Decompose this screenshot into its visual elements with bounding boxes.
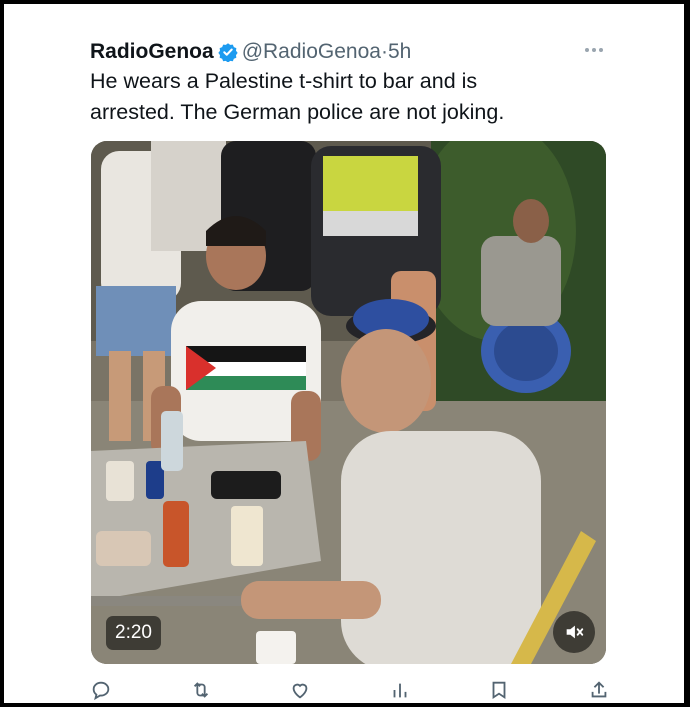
tweet-card[interactable]: RadioGenoa @RadioGenoa · 5h He wears a P… bbox=[4, 4, 684, 703]
timestamp[interactable]: 5h bbox=[388, 40, 411, 64]
user-handle[interactable]: @RadioGenoa bbox=[242, 40, 381, 64]
video-frame bbox=[91, 141, 606, 664]
retweet-button[interactable] bbox=[190, 679, 212, 701]
views-button[interactable] bbox=[389, 679, 411, 701]
separator-dot: · bbox=[380, 40, 388, 63]
like-icon bbox=[292, 683, 308, 699]
tweet-text: He wears a Palestine t-shirt to bar and … bbox=[90, 69, 505, 124]
tweet-header: RadioGenoa @RadioGenoa · 5h bbox=[90, 38, 411, 66]
bookmark-button[interactable] bbox=[488, 679, 510, 701]
bookmark-icon bbox=[492, 681, 506, 700]
speaker-icon bbox=[566, 625, 584, 639]
more-dot bbox=[592, 48, 596, 52]
reply-button[interactable] bbox=[90, 679, 112, 701]
share-icon bbox=[591, 681, 607, 698]
tweet-actions bbox=[90, 679, 610, 703]
verified-badge-icon bbox=[218, 43, 238, 62]
video-duration: 2:20 bbox=[106, 616, 161, 650]
more-options-icon[interactable] bbox=[580, 40, 608, 60]
more-dot bbox=[599, 48, 603, 52]
volume-muted-icon[interactable] bbox=[553, 611, 595, 653]
retweet-icon bbox=[193, 682, 208, 698]
video-player[interactable]: 2:20 bbox=[91, 141, 606, 664]
more-dot bbox=[585, 48, 589, 52]
reply-icon bbox=[92, 681, 110, 701]
display-name[interactable]: RadioGenoa bbox=[90, 40, 214, 64]
views-icon bbox=[393, 683, 407, 698]
like-button[interactable] bbox=[289, 679, 311, 701]
share-button[interactable] bbox=[588, 679, 610, 701]
